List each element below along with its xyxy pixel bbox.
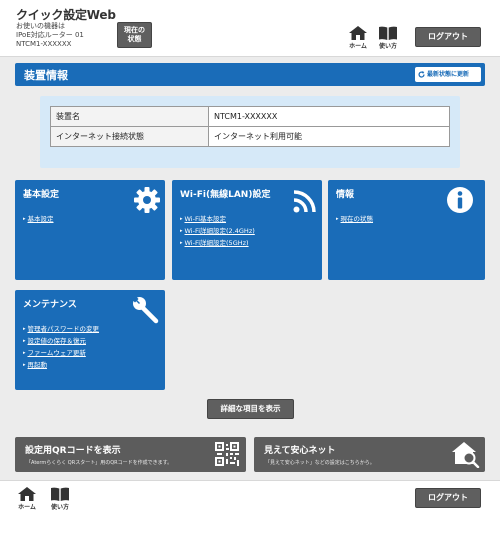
home-nav[interactable]: ホーム <box>346 26 370 50</box>
link-wifi-24ghz[interactable]: Wi-Fi詳細設定(2.4GHz) <box>185 227 255 235</box>
table-row: 装置名 NTCM1-XXXXXX <box>50 106 450 127</box>
list-item: 再起動 <box>23 359 99 371</box>
link-basic-settings[interactable]: 基本設定 <box>28 215 54 223</box>
status-button-line: 状態 <box>127 35 142 43</box>
list-item: 設定値の保存＆復元 <box>23 335 99 347</box>
device-info: お使いの機器は IPoE対応ルーター 01 NTCM1-XXXXXX <box>16 22 84 49</box>
footer-help-label: 使い方 <box>50 504 69 511</box>
list-item: 現在の状態 <box>336 213 374 225</box>
refresh-label: 最新状態に更新 <box>427 71 470 78</box>
app-title: クイック設定Web <box>16 8 116 22</box>
table-value: NTCM1-XXXXXX <box>208 106 450 127</box>
safe-net-card-desc: 「見えて安心ネット」などの設定はこちらから。 <box>265 460 375 466</box>
footer-help-nav[interactable]: 使い方 <box>48 487 72 511</box>
link-firmware-update[interactable]: ファームウェア更新 <box>28 349 86 357</box>
show-details-button[interactable]: 詳細な項目を表示 <box>207 399 294 419</box>
safe-net-card[interactable]: 見えて安心ネット 「見えて安心ネット」などの設定はこちらから。 <box>254 437 485 472</box>
link-wifi-basic[interactable]: Wi-Fi基本設定 <box>185 215 227 223</box>
footer-logout-button[interactable]: ログアウト <box>415 488 481 508</box>
device-info-title: 装置情報 <box>24 69 68 82</box>
qr-code-card[interactable]: 設定用QRコードを表示 「Atermらくらく QRスタート」用のQRコードを作成… <box>15 437 246 472</box>
book-icon <box>379 26 397 40</box>
list-item: 管理者パスワードの変更 <box>23 323 100 335</box>
device-info-line: IPoE対応ルーター 01 <box>16 31 84 39</box>
link-save-restore[interactable]: 設定値の保存＆復元 <box>28 337 87 345</box>
maintenance-card: メンテナンス 管理者パスワードの変更 設定値の保存＆復元 ファームウェア更新 再… <box>15 290 165 390</box>
wifi-settings-card: Wi-Fi(無線LAN)設定 Wi-Fi基本設定 Wi-Fi詳細設定(2.4GH… <box>172 180 322 280</box>
information-card: 情報 現在の状態 <box>328 180 485 280</box>
table-value: インターネット利用可能 <box>208 126 450 147</box>
device-info-line: NTCM1-XXXXXX <box>16 40 72 48</box>
safe-net-card-title: 見えて安心ネット <box>264 446 336 456</box>
wifi-icon <box>293 190 316 213</box>
maintenance-links: 管理者パスワードの変更 設定値の保存＆復元 ファームウェア更新 再起動 <box>23 323 100 371</box>
refresh-button[interactable]: 最新状態に更新 <box>415 67 481 82</box>
footer-home-label: ホーム <box>18 504 36 511</box>
refresh-icon <box>418 71 425 78</box>
device-info-table: 装置名 NTCM1-XXXXXX インターネット接続状態 インターネット利用可能 <box>50 106 450 147</box>
help-label: 使い方 <box>378 43 397 50</box>
card-title: 基本設定 <box>23 190 60 200</box>
table-row: インターネット接続状態 インターネット利用可能 <box>50 126 450 147</box>
information-links: 現在の状態 <box>336 213 374 225</box>
qr-card-desc: 「Atermらくらく QRスタート」用のQRコードを作成できます。 <box>26 460 173 466</box>
table-key: 装置名 <box>50 106 209 127</box>
logout-button[interactable]: ログアウト <box>415 27 481 47</box>
help-nav[interactable]: 使い方 <box>376 26 400 50</box>
device-info-line: お使いの機器は <box>16 22 65 30</box>
table-key: インターネット接続状態 <box>50 126 209 147</box>
link-admin-password[interactable]: 管理者パスワードの変更 <box>28 325 100 333</box>
list-item: Wi-Fi詳細設定(2.4GHz) <box>180 225 255 237</box>
card-title: Wi-Fi(無線LAN)設定 <box>180 190 271 200</box>
basic-settings-links: 基本設定 <box>23 213 54 225</box>
card-title: 情報 <box>336 190 355 200</box>
footer-divider <box>0 480 500 481</box>
basic-settings-card: 基本設定 基本設定 <box>15 180 165 280</box>
link-wifi-5ghz[interactable]: Wi-Fi詳細設定(5GHz) <box>185 239 249 247</box>
gear-icon <box>134 187 160 213</box>
header: クイック設定Web お使いの機器は IPoE対応ルーター 01 NTCM1-XX… <box>0 0 500 56</box>
info-icon <box>447 187 473 213</box>
device-info-panel: 装置名 NTCM1-XXXXXX インターネット接続状態 インターネット利用可能 <box>40 96 460 168</box>
book-icon <box>51 487 69 501</box>
home-icon <box>349 26 367 40</box>
link-reboot[interactable]: 再起動 <box>28 361 48 369</box>
house-search-icon <box>452 442 480 468</box>
qr-code-icon <box>215 442 239 466</box>
wrench-icon <box>132 296 159 324</box>
device-info-bar: 装置情報 最新状態に更新 <box>15 63 485 86</box>
link-current-status[interactable]: 現在の状態 <box>341 215 374 223</box>
status-button-line: 現在の <box>124 26 145 34</box>
wifi-settings-links: Wi-Fi基本設定 Wi-Fi詳細設定(2.4GHz) Wi-Fi詳細設定(5G… <box>180 213 255 249</box>
card-title: メンテナンス <box>23 300 77 310</box>
footer-home-nav[interactable]: ホーム <box>15 487 39 511</box>
list-item: ファームウェア更新 <box>23 347 99 359</box>
qr-card-title: 設定用QRコードを表示 <box>25 446 121 456</box>
home-icon <box>18 487 36 501</box>
list-item: 基本設定 <box>23 213 54 225</box>
list-item: Wi-Fi詳細設定(5GHz) <box>180 237 255 249</box>
list-item: Wi-Fi基本設定 <box>180 213 255 225</box>
current-status-button[interactable]: 現在の 状態 <box>117 22 152 48</box>
home-label: ホーム <box>349 43 367 50</box>
